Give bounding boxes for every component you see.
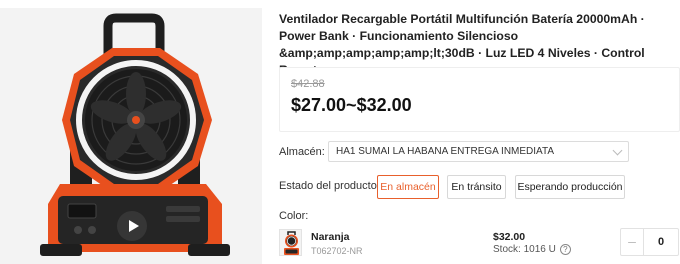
play-video-button[interactable]: [117, 211, 147, 241]
warehouse-select-value: HA1 SUMAI LA HABANA ENTREGA INMEDIATA: [336, 146, 555, 157]
warehouse-select[interactable]: HA1 SUMAI LA HABANA ENTREGA INMEDIATA: [328, 141, 629, 162]
status-option-en-transito[interactable]: En tránsito: [447, 175, 506, 199]
play-icon: [128, 220, 139, 232]
variant-code: T062702-NR: [311, 246, 363, 256]
product-image[interactable]: [0, 8, 262, 264]
variant-price: $32.00: [493, 231, 526, 243]
variant-thumbnail[interactable]: [279, 229, 302, 256]
variant-stock-text: Stock: 1016 U: [493, 244, 556, 255]
variant-name: Naranja: [311, 231, 350, 243]
price-range: $27.00~$32.00: [291, 95, 412, 115]
old-price: $42.88: [291, 78, 325, 90]
chevron-down-icon: [612, 145, 623, 156]
help-icon[interactable]: ?: [559, 244, 571, 255]
fan-thumbnail-image: [280, 230, 301, 255]
price-box: $42.88 $27.00~$32.00: [279, 67, 680, 132]
variant-stock: Stock: 1016 U ?: [493, 244, 571, 255]
warehouse-label: Almacén:: [279, 146, 325, 158]
decrease-quantity-button[interactable]: –: [621, 229, 644, 255]
color-label: Color:: [279, 210, 309, 222]
quantity-value[interactable]: 0: [644, 229, 678, 255]
status-option-en-almacen[interactable]: En almacén: [377, 175, 439, 199]
quantity-stepper[interactable]: – 0: [620, 228, 679, 256]
status-label: Estado del producto:: [279, 180, 380, 192]
status-option-esperando-produccion[interactable]: Esperando producción: [515, 175, 625, 199]
